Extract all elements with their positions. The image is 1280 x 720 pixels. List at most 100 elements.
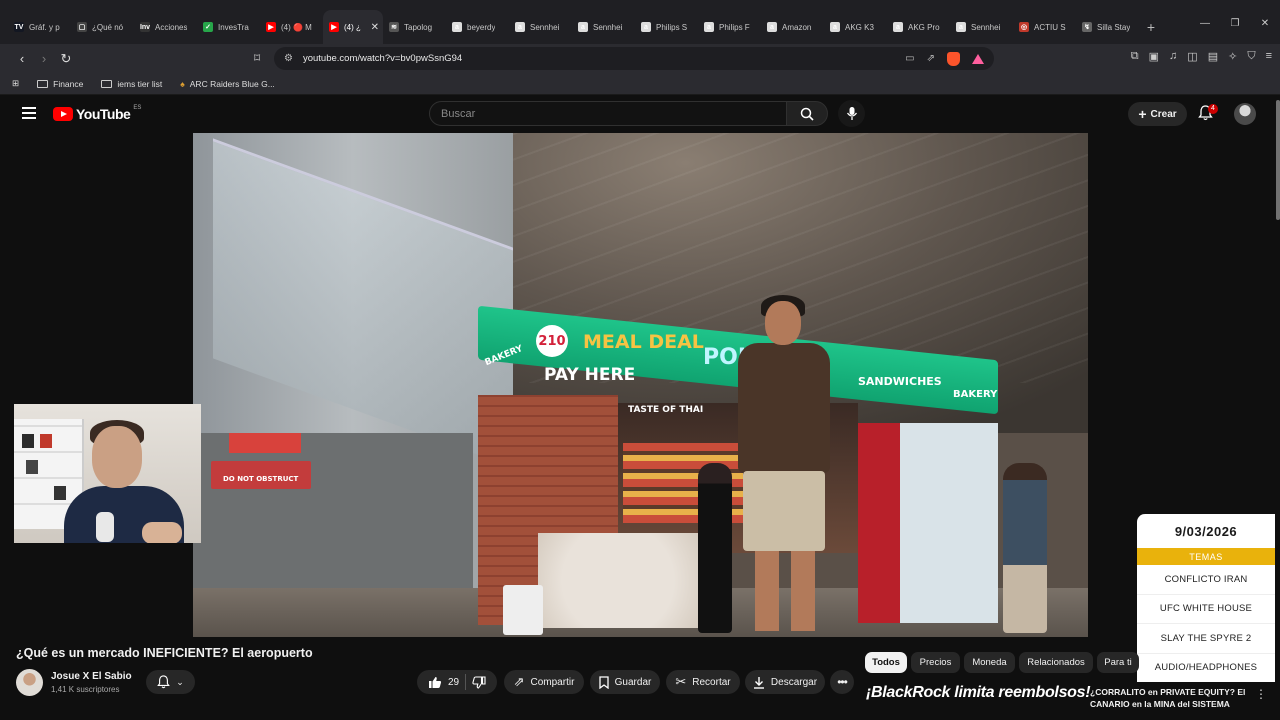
search-icon: [800, 107, 814, 121]
video-presenter-body: [738, 343, 830, 473]
search-input[interactable]: Buscar: [429, 101, 787, 126]
browser-tab[interactable]: ≋ Tapolog: [383, 10, 446, 44]
extension-icons: ⧉ ▣ ♫ ◫ ▤ ✧ ⛉ ≡: [1131, 50, 1272, 63]
tab-label: Gráf. y p: [29, 22, 60, 32]
chip-moneda[interactable]: Moneda: [964, 652, 1015, 673]
extensions-icon[interactable]: ⧉: [1131, 50, 1139, 63]
more-actions-button[interactable]: •••: [830, 670, 854, 694]
dislike-button[interactable]: [472, 675, 486, 689]
browser-tab[interactable]: a AKG Pro: [887, 10, 950, 44]
like-dislike-group: 29: [417, 670, 497, 694]
cast-icon[interactable]: ▭: [905, 53, 914, 64]
chip-precios[interactable]: Precios: [911, 652, 960, 673]
menu-icon[interactable]: ≡: [1266, 50, 1272, 63]
music-icon[interactable]: ♫: [1169, 50, 1177, 63]
subscriber-count: 1,41 K suscriptores: [51, 685, 120, 694]
video-presenter-head: [765, 301, 801, 345]
share-page-icon[interactable]: ⇗: [927, 53, 935, 64]
vpn-icon[interactable]: ⛉: [1247, 50, 1255, 63]
chip-todos[interactable]: Todos: [865, 652, 907, 673]
sidebar-icon[interactable]: ◫: [1187, 50, 1197, 63]
bookmark-label: ARC Raiders Blue G...: [189, 78, 275, 89]
webcam-person-head: [92, 426, 142, 488]
recommendation-title[interactable]: ¿CORRALITO en PRIVATE EQUITY? El CANARIO…: [1090, 686, 1250, 712]
forward-button[interactable]: ›: [34, 51, 54, 66]
create-button[interactable]: + Crear: [1128, 102, 1187, 126]
wallet-icon[interactable]: ▤: [1208, 50, 1218, 63]
recommendation-thumbnail-text[interactable]: ¡BlackRock limita reembolsos!: [866, 684, 1091, 702]
video-trash-bin: [503, 585, 543, 635]
browser-tab[interactable]: ▢ ¿Qué nó: [71, 10, 134, 44]
browser-tab[interactable]: ▶ (4) 🔴 M: [260, 10, 323, 44]
browser-tab[interactable]: ◎ ACTIU S: [1013, 10, 1076, 44]
save-button[interactable]: Guardar: [590, 670, 660, 694]
reload-button[interactable]: ↻: [56, 51, 76, 67]
country-code: ES: [133, 105, 142, 111]
apps-grid-icon[interactable]: ⊞: [12, 78, 19, 89]
maximize-button[interactable]: ❐: [1220, 18, 1250, 29]
browser-tab[interactable]: a Philips F: [698, 10, 761, 44]
close-window-button[interactable]: ✕: [1250, 18, 1280, 29]
notification-badge: 4: [1208, 104, 1218, 114]
ai-icon[interactable]: ✧: [1228, 50, 1237, 63]
channel-avatar[interactable]: [16, 669, 43, 696]
video-player[interactable]: DO NOT OBSTRUCT 210 MEAL DEAL POI PAY HE…: [193, 133, 1088, 637]
more-vertical-icon[interactable]: ⋮: [1255, 687, 1267, 701]
thumbs-down-icon: [472, 675, 486, 689]
address-bar[interactable]: ⚙ youtube.com/watch?v=bv0pwSsnG94 ▭ ⇗: [274, 47, 994, 70]
bookmark-icon[interactable]: ⌑: [254, 51, 260, 65]
youtube-play-icon: [53, 107, 73, 121]
brave-rewards-icon[interactable]: [972, 53, 984, 64]
browser-tab[interactable]: TV Gráf. y p: [8, 10, 71, 44]
chip-relacionados[interactable]: Relacionados: [1019, 652, 1093, 673]
tab-label: Sennhei: [593, 22, 623, 32]
browser-tab[interactable]: a Sennhei: [509, 10, 572, 44]
clip-button[interactable]: ✂ Recortar: [666, 670, 740, 694]
tab-favicon-icon: a: [893, 22, 903, 32]
account-avatar[interactable]: [1234, 103, 1256, 125]
channel-name[interactable]: Josue X El Sabio: [51, 671, 132, 682]
bookmark-iems[interactable]: iems tier list: [101, 79, 162, 89]
youtube-logo[interactable]: YouTube ES: [53, 105, 142, 122]
tab-label: Sennhei: [530, 22, 560, 32]
browser-tab[interactable]: a AKG K3: [824, 10, 887, 44]
new-tab-button[interactable]: +: [1139, 10, 1163, 44]
browser-tab[interactable]: Inv Acciones: [134, 10, 197, 44]
bookmark-arc-raiders[interactable]: ♠ ARC Raiders Blue G...: [180, 79, 275, 89]
subscription-bell-button[interactable]: ⌄: [146, 670, 195, 694]
browser-tab[interactable]: a Philips S: [635, 10, 698, 44]
share-button[interactable]: ⇗ Compartir: [504, 670, 584, 694]
download-button[interactable]: Descargar: [745, 670, 825, 694]
browser-tab[interactable]: a beyerdy: [446, 10, 509, 44]
webcam-overlay: [14, 404, 201, 543]
clip-label: Recortar: [692, 676, 731, 688]
like-count: 29: [447, 676, 460, 688]
topic-item: SLAY THE SPYRE 2: [1137, 624, 1275, 654]
tab-label: ¿Qué nó: [92, 22, 124, 32]
tab-favicon-icon: ✓: [203, 22, 213, 32]
create-label: Crear: [1150, 108, 1177, 120]
chevron-down-icon: ⌄: [176, 676, 184, 687]
browser-tab[interactable]: a Sennhei: [950, 10, 1013, 44]
browser-tab[interactable]: a Amazon: [761, 10, 824, 44]
voice-search-button[interactable]: [838, 100, 865, 127]
like-button[interactable]: 29: [428, 676, 459, 689]
browser-tab[interactable]: ↯ Silla Stay: [1076, 10, 1139, 44]
minimize-button[interactable]: —: [1190, 18, 1220, 29]
folder-icon: [37, 79, 49, 88]
hamburger-menu-icon[interactable]: [22, 107, 36, 122]
screenshot-icon[interactable]: ▣: [1149, 50, 1159, 63]
browser-tab[interactable]: ▶ (4) ¿ ✕: [323, 10, 383, 44]
bookmark-finance[interactable]: Finance: [37, 79, 83, 89]
back-button[interactable]: ‹: [12, 51, 32, 66]
chip-para-ti[interactable]: Para ti: [1097, 652, 1139, 673]
brave-shields-icon[interactable]: [947, 51, 960, 66]
browser-tab[interactable]: ✓ InvesTra: [197, 10, 260, 44]
close-tab-icon[interactable]: ✕: [371, 22, 379, 33]
site-settings-icon[interactable]: ⚙: [284, 53, 293, 64]
page-scrollbar[interactable]: [1276, 100, 1280, 220]
browser-tab[interactable]: a Sennhei: [572, 10, 635, 44]
tab-favicon-icon: a: [578, 22, 588, 32]
kiosk-counter: [538, 533, 698, 628]
search-button[interactable]: [786, 101, 828, 126]
